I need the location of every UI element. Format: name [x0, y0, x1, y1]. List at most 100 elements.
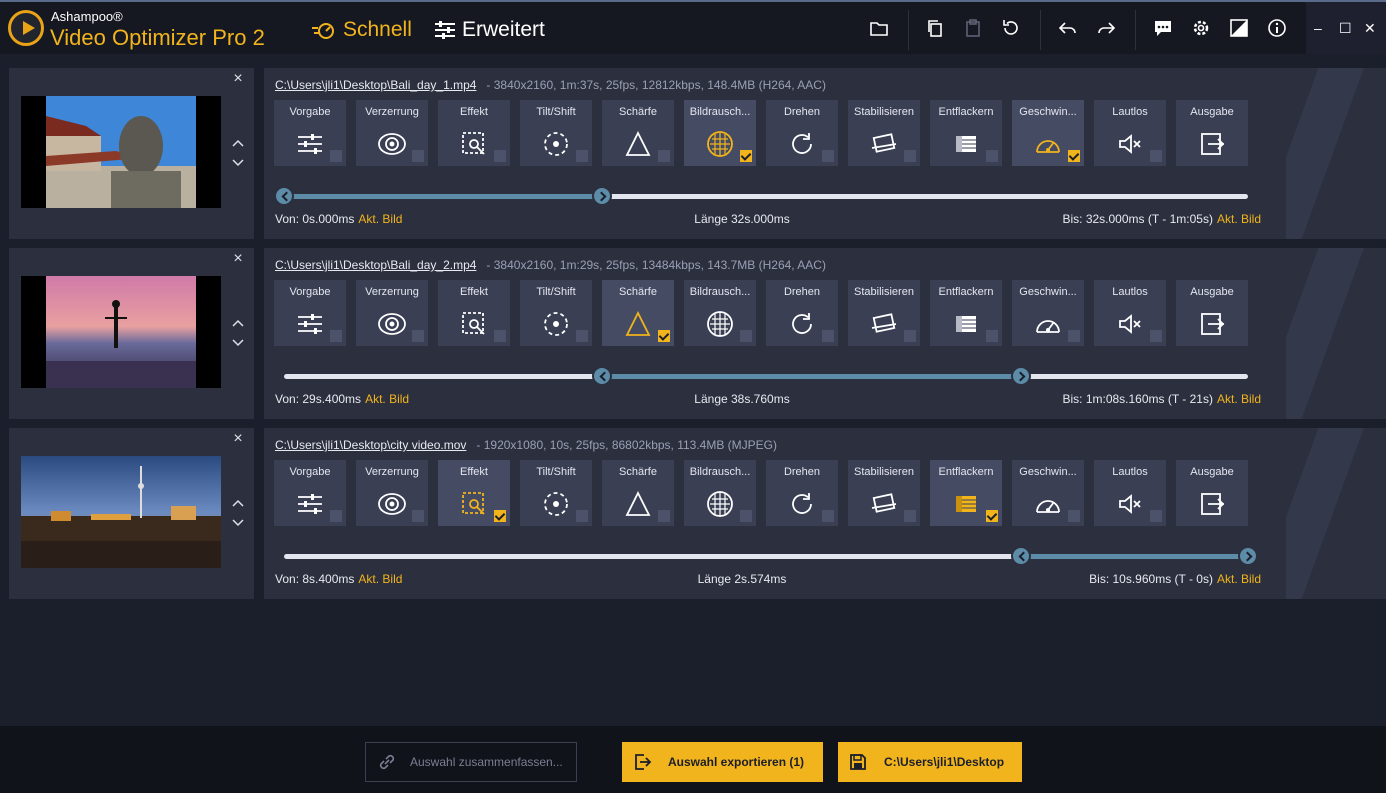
effect-tile[interactable]: Verzerrung — [356, 280, 428, 346]
effect-tile[interactable]: Drehen — [766, 280, 838, 346]
redo-icon[interactable] — [1095, 17, 1117, 39]
range-start-handle[interactable] — [274, 186, 294, 206]
range-slider[interactable] — [284, 546, 1258, 566]
clip-thumbnail[interactable] — [21, 456, 221, 568]
effect-tile[interactable]: Geschwin... — [1012, 100, 1084, 166]
effect-tile[interactable]: Entflackern — [930, 460, 1002, 526]
effect-checkbox[interactable] — [822, 330, 834, 342]
effect-tile[interactable]: Vorgabe — [274, 460, 346, 526]
effect-checkbox[interactable] — [658, 150, 670, 162]
effect-tile[interactable]: Vorgabe — [274, 280, 346, 346]
effect-tile[interactable]: Geschwin... — [1012, 460, 1084, 526]
close-button[interactable]: ✕ — [1364, 20, 1376, 37]
effect-checkbox[interactable] — [494, 330, 506, 342]
reset-icon[interactable] — [1000, 17, 1022, 39]
range-start-handle[interactable] — [592, 366, 613, 386]
effect-checkbox[interactable] — [494, 510, 506, 522]
clip-path-link[interactable]: C:\Users\jli1\Desktop\Bali_day_1.mp4 — [275, 78, 476, 92]
effect-checkbox[interactable] — [330, 510, 342, 522]
move-up-down-icon[interactable] — [231, 498, 245, 528]
effect-checkbox[interactable] — [1150, 330, 1162, 342]
folder-icon[interactable] — [868, 17, 890, 39]
effect-tile[interactable]: Stabilisieren — [848, 280, 920, 346]
destination-folder-button[interactable]: C:\Users\jli1\Desktop — [838, 742, 1022, 782]
effect-tile[interactable]: Bildrausch... — [684, 280, 756, 346]
clip-path-link[interactable]: C:\Users\jli1\Desktop\city video.mov — [275, 438, 466, 452]
effect-tile[interactable]: Ausgabe — [1176, 280, 1248, 346]
effect-checkbox[interactable] — [658, 330, 670, 342]
effect-checkbox[interactable] — [412, 330, 424, 342]
effect-checkbox[interactable] — [986, 150, 998, 162]
effect-checkbox[interactable] — [986, 510, 998, 522]
effect-checkbox[interactable] — [904, 150, 916, 162]
minimize-button[interactable]: – — [1314, 20, 1322, 36]
effect-tile[interactable]: Tilt/Shift — [520, 280, 592, 346]
effect-checkbox[interactable] — [330, 150, 342, 162]
effect-checkbox[interactable] — [904, 330, 916, 342]
effect-tile[interactable]: Drehen — [766, 100, 838, 166]
range-end-handle[interactable] — [1011, 366, 1032, 386]
effect-checkbox[interactable] — [904, 510, 916, 522]
clip-path-link[interactable]: C:\Users\jli1\Desktop\Bali_day_2.mp4 — [275, 258, 476, 272]
effect-tile[interactable]: Tilt/Shift — [520, 460, 592, 526]
effect-tile[interactable]: Lautlos — [1094, 280, 1166, 346]
effect-checkbox[interactable] — [412, 150, 424, 162]
effect-tile[interactable]: Schärfe — [602, 460, 674, 526]
remove-clip-button[interactable]: × — [231, 71, 245, 87]
effect-tile[interactable]: Effekt — [438, 280, 510, 346]
effect-tile[interactable]: Entflackern — [930, 100, 1002, 166]
effect-checkbox[interactable] — [1150, 510, 1162, 522]
paste-icon[interactable] — [962, 17, 984, 39]
effect-tile[interactable]: Vorgabe — [274, 100, 346, 166]
effect-checkbox[interactable] — [576, 510, 588, 522]
bis-akt-bild-link[interactable]: Akt. Bild — [1217, 572, 1261, 586]
bis-akt-bild-link[interactable]: Akt. Bild — [1217, 392, 1261, 406]
skin-icon[interactable] — [1228, 17, 1250, 39]
effect-tile[interactable]: Effekt — [438, 100, 510, 166]
effect-checkbox[interactable] — [576, 330, 588, 342]
export-selection-button[interactable]: Auswahl exportieren (1) — [622, 742, 823, 782]
effect-checkbox[interactable] — [822, 510, 834, 522]
feedback-icon[interactable] — [1152, 17, 1174, 39]
effect-tile[interactable]: Schärfe — [602, 280, 674, 346]
effect-tile[interactable]: Stabilisieren — [848, 460, 920, 526]
undo-icon[interactable] — [1057, 17, 1079, 39]
effect-tile[interactable]: Lautlos — [1094, 100, 1166, 166]
clip-thumbnail[interactable] — [21, 276, 221, 388]
effect-tile[interactable]: Ausgabe — [1176, 100, 1248, 166]
effect-checkbox[interactable] — [986, 330, 998, 342]
effect-checkbox[interactable] — [740, 510, 752, 522]
range-slider[interactable] — [274, 186, 1248, 206]
effect-checkbox[interactable] — [822, 150, 834, 162]
move-up-down-icon[interactable] — [231, 318, 245, 348]
range-end-handle[interactable] — [592, 186, 613, 206]
bis-akt-bild-link[interactable]: Akt. Bild — [1217, 212, 1261, 226]
effect-checkbox[interactable] — [576, 150, 588, 162]
effect-checkbox[interactable] — [740, 150, 752, 162]
effect-checkbox[interactable] — [1150, 150, 1162, 162]
tab-erweitert[interactable]: Erweitert — [434, 16, 545, 44]
range-slider[interactable] — [284, 366, 1248, 386]
effect-tile[interactable]: Bildrausch... — [684, 460, 756, 526]
effect-tile[interactable]: Bildrausch... — [684, 100, 756, 166]
effect-tile[interactable]: Schärfe — [602, 100, 674, 166]
merge-selection-button[interactable]: Auswahl zusammenfassen... — [365, 742, 577, 782]
effect-tile[interactable]: Entflackern — [930, 280, 1002, 346]
effect-tile[interactable]: Ausgabe — [1176, 460, 1248, 526]
effect-checkbox[interactable] — [1068, 510, 1080, 522]
remove-clip-button[interactable]: × — [231, 431, 245, 447]
effect-tile[interactable]: Drehen — [766, 460, 838, 526]
effect-checkbox[interactable] — [1068, 150, 1080, 162]
effect-checkbox[interactable] — [740, 330, 752, 342]
settings-gear-icon[interactable] — [1190, 17, 1212, 39]
effect-tile[interactable]: Lautlos — [1094, 460, 1166, 526]
range-end-handle[interactable] — [1238, 546, 1258, 566]
remove-clip-button[interactable]: × — [231, 251, 245, 267]
info-icon[interactable] — [1266, 17, 1288, 39]
effect-tile[interactable]: Geschwin... — [1012, 280, 1084, 346]
range-start-handle[interactable] — [1011, 546, 1032, 566]
effect-checkbox[interactable] — [330, 330, 342, 342]
clip-thumbnail[interactable] — [21, 96, 221, 208]
effect-tile[interactable]: Verzerrung — [356, 460, 428, 526]
move-up-down-icon[interactable] — [231, 138, 245, 168]
